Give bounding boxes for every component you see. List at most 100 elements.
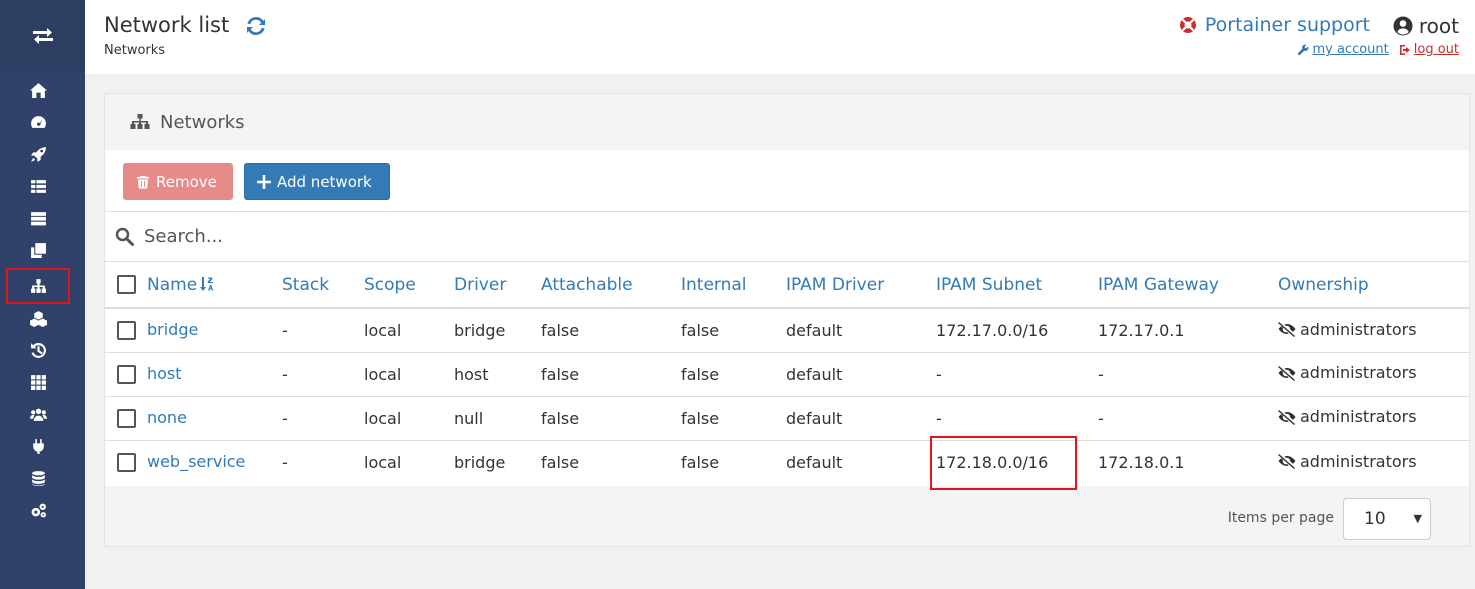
table-row: web_service - local bridge false false d… [105, 440, 1469, 484]
ownership-label: administrators [1300, 407, 1417, 427]
caret-down-icon: ▼ [1413, 512, 1422, 525]
add-network-button[interactable]: Add network [244, 163, 390, 200]
th-list-icon [30, 179, 46, 193]
logout-label: log out [1413, 42, 1459, 57]
network-name-link[interactable]: none [147, 408, 187, 427]
sidebar-item-containers[interactable] [0, 202, 76, 234]
sidebar-item-settings[interactable] [0, 494, 76, 526]
wrench-icon [1297, 44, 1309, 55]
sidebar-item-host[interactable] [0, 366, 76, 398]
clone-icon [30, 242, 46, 258]
widget-body: Remove Add network Name Stack Sco [105, 150, 1469, 486]
cell-stack: - [282, 452, 288, 472]
eye-slash-icon [1278, 409, 1296, 425]
users-icon [29, 408, 47, 421]
sitemap-icon [130, 114, 150, 129]
remove-button[interactable]: Remove [123, 163, 233, 200]
sign-out-icon [1399, 44, 1410, 55]
column-header-attachable[interactable]: Attachable [541, 262, 681, 309]
cell-ownership: administrators [1278, 396, 1469, 441]
exchange-icon [32, 28, 53, 44]
logout-link[interactable]: log out [1399, 42, 1459, 57]
rocket-icon [30, 146, 46, 162]
select-all-checkbox[interactable] [117, 275, 136, 294]
username: root [1418, 14, 1459, 38]
cell-internal: false [681, 396, 786, 441]
account-links: my account log out [1297, 42, 1459, 57]
widget-header: Networks [105, 94, 1469, 150]
sort-alpha-icon[interactable] [197, 275, 215, 295]
sidebar-item-stacks[interactable] [0, 170, 76, 202]
support-link[interactable]: Portainer support [1179, 14, 1370, 36]
server-icon [30, 211, 46, 225]
column-header-label: Name [147, 274, 198, 295]
cell-ipam-subnet: - [936, 396, 1098, 441]
sidebar-item-images[interactable] [0, 234, 76, 266]
sidebar-item-app-templates[interactable] [0, 138, 76, 170]
cell-ownership: administrators [1278, 352, 1469, 397]
cell-driver: bridge [454, 308, 541, 353]
cell-scope: local [364, 352, 454, 397]
row-checkbox[interactable] [117, 409, 136, 428]
column-header-internal[interactable]: Internal [681, 262, 786, 309]
sidebar-item-events[interactable] [0, 334, 76, 366]
row-checkbox[interactable] [117, 365, 136, 384]
sidebar-item-networks[interactable] [6, 268, 70, 304]
plug-icon [32, 438, 44, 454]
sidebar-item-users[interactable] [0, 398, 76, 430]
my-account-label: my account [1312, 42, 1389, 57]
page-title: Network list [104, 13, 230, 37]
cell-internal: false [681, 308, 786, 353]
table-footer: Items per page 10 ▼ [105, 486, 1469, 546]
my-account-link[interactable]: my account [1297, 42, 1389, 57]
cell-ownership: administrators [1278, 308, 1469, 353]
sidebar-item-home[interactable] [0, 74, 76, 106]
column-header-ipam-driver[interactable]: IPAM Driver [786, 262, 936, 309]
brand-logo[interactable] [0, 0, 85, 72]
column-header-ownership[interactable]: Ownership [1278, 262, 1469, 309]
column-header-stack[interactable]: Stack [282, 262, 364, 309]
breadcrumb: Networks [104, 43, 166, 58]
sidebar-item-dashboard[interactable] [0, 106, 76, 138]
column-header-name[interactable]: Name [105, 262, 282, 309]
network-name-link[interactable]: web_service [147, 452, 245, 471]
cell-ipam-gateway: - [1098, 396, 1278, 441]
cogs-icon [31, 503, 46, 517]
column-header-ipam-gateway[interactable]: IPAM Gateway [1098, 262, 1278, 309]
home-icon [29, 82, 47, 98]
history-icon [30, 342, 46, 358]
eye-slash-icon [1278, 454, 1296, 469]
cell-attachable: false [541, 308, 681, 353]
cubes-icon [29, 310, 47, 327]
column-header-driver[interactable]: Driver [454, 262, 541, 309]
row-checkbox[interactable] [117, 321, 136, 341]
page-header: Network list Networks Portainer support … [85, 0, 1475, 74]
column-header-ipam-subnet[interactable]: IPAM Subnet [936, 262, 1098, 309]
row-checkbox[interactable] [117, 453, 136, 473]
network-name-link[interactable]: bridge [147, 320, 198, 339]
search-input[interactable] [144, 226, 744, 247]
cell-stack: - [282, 308, 364, 353]
cell-ipam-driver: default [786, 396, 936, 441]
table-row: host - local host false false default - … [105, 352, 1469, 397]
cell-scope: local [364, 452, 402, 472]
table-row: none - local null false false default - … [105, 396, 1469, 441]
cell-ipam-gateway: - [1098, 352, 1278, 397]
search-bar [105, 212, 1469, 262]
network-name-link[interactable]: host [147, 364, 182, 383]
ownership-label: administrators [1300, 451, 1417, 471]
refresh-icon[interactable] [244, 14, 268, 38]
eye-slash-icon [1278, 365, 1296, 381]
sidebar-item-volumes[interactable] [0, 302, 76, 334]
items-per-page-select[interactable]: 10 ▼ [1343, 498, 1431, 540]
cell-ipam-driver: default [786, 352, 936, 397]
ownership-label: administrators [1300, 363, 1417, 383]
column-header-scope[interactable]: Scope [364, 262, 454, 309]
sidebar-item-endpoints[interactable] [0, 430, 76, 462]
sidebar-item-registries[interactable] [0, 462, 76, 494]
cell-ownership: administrators [1278, 440, 1469, 484]
cell-driver: bridge [454, 452, 506, 472]
plus-icon [257, 174, 271, 189]
user-menu: root [1393, 14, 1459, 38]
search-icon [115, 227, 134, 246]
